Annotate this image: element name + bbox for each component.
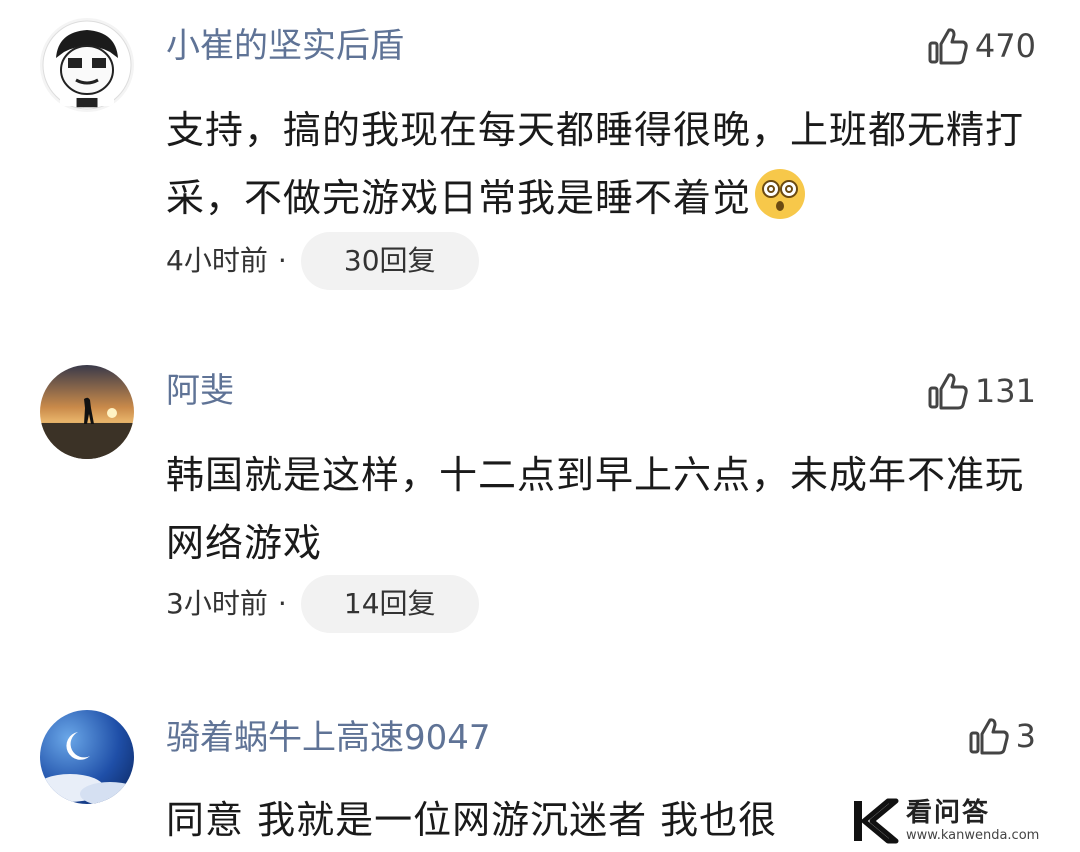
timestamp: 3小时前 xyxy=(166,587,268,620)
watermark-title: 看问答 xyxy=(906,798,991,828)
thumbs-up-icon xyxy=(969,718,1009,755)
comment-text: 支持，搞的我现在每天都睡得很晚，上班都无精打采，不做完游戏日常我是睡不着觉 xyxy=(166,96,1026,232)
sunset-silhouette-avatar-image xyxy=(40,365,134,459)
watermark-url: www.kanwenda.com xyxy=(906,828,1040,843)
username[interactable]: 小崔的坚实后盾 xyxy=(166,26,404,66)
watermark: 看问答 www.kanwenda.com xyxy=(844,790,1040,852)
separator-dot: · xyxy=(277,587,287,620)
comment-text: 韩国就是这样，十二点到早上六点，未成年不准玩网络游戏 xyxy=(166,453,1025,565)
separator-dot: · xyxy=(277,244,287,277)
comment-text-content: 支持，搞的我现在每天都睡得很晚，上班都无精打采，不做完游戏日常我是睡不着觉 xyxy=(166,108,1025,220)
avatar[interactable] xyxy=(40,365,134,459)
username[interactable]: 阿斐 xyxy=(166,371,234,411)
like-count: 131 xyxy=(974,372,1036,410)
like-button[interactable]: 131 xyxy=(927,371,1036,411)
like-count: 3 xyxy=(1015,717,1036,755)
night-sky-avatar-image xyxy=(40,710,134,804)
comment-list: ▇▇▇ 小崔的坚实后盾 470 支持，搞的我现在每天都睡得很晚，上班都无精打采，… xyxy=(0,0,1080,852)
reply-count-button[interactable]: 14回复 xyxy=(300,575,479,633)
kanwenda-logo-icon xyxy=(854,798,899,844)
thumbs-up-icon xyxy=(928,373,968,410)
thumbs-up-icon xyxy=(928,28,968,65)
avatar[interactable] xyxy=(40,710,134,804)
comment-meta: 3小时前 · 14回复 xyxy=(166,575,479,633)
timestamp: 4小时前 xyxy=(166,244,268,277)
like-button[interactable]: 470 xyxy=(927,26,1036,66)
avatar[interactable]: ▇▇▇ xyxy=(40,18,134,112)
username[interactable]: 骑着蜗牛上高速9047 xyxy=(166,718,491,758)
dizzy-face-emoji-icon xyxy=(753,167,807,221)
like-count: 470 xyxy=(974,27,1036,65)
comment-meta: 4小时前 · 30回复 xyxy=(166,232,479,290)
meme-face-avatar-image: ▇▇▇ xyxy=(40,18,134,112)
reply-count-button[interactable]: 30回复 xyxy=(300,232,479,290)
like-button[interactable]: 3 xyxy=(968,716,1036,756)
svg-text:▇▇▇: ▇▇▇ xyxy=(76,97,99,108)
